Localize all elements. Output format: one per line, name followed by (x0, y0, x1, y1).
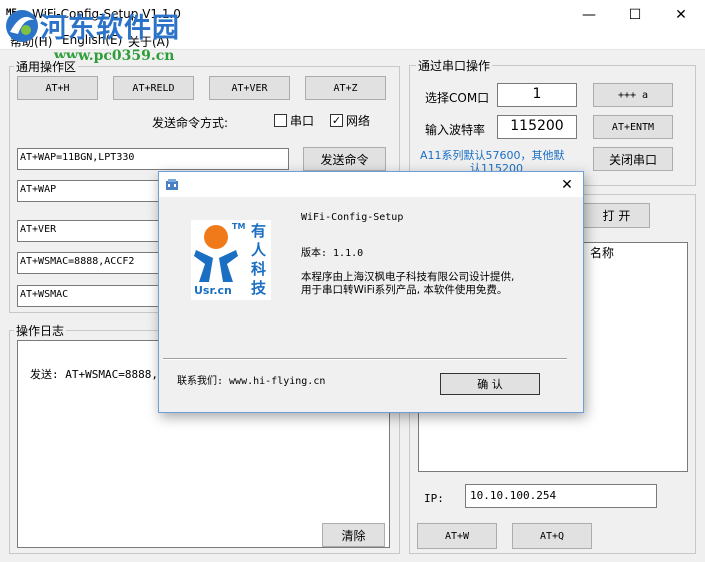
watermark-title: 河东软件园 (40, 13, 180, 44)
close-button[interactable]: ✕ (658, 0, 704, 30)
usr-logo: TM Usr.cn 有 人 科 技 (191, 220, 271, 300)
logo-char-2: 人 (251, 241, 267, 259)
command-field-1[interactable]: AT+WAP=11BGN,LPT330 (17, 148, 289, 170)
minimize-button[interactable]: — (566, 0, 612, 30)
clear-log-button[interactable]: 清除 (322, 523, 385, 547)
at-w-button[interactable]: AT+W (417, 523, 497, 549)
maximize-button[interactable]: ☐ (612, 0, 658, 30)
logo-tm: TM (232, 222, 246, 231)
log-group-label: 操作日志 (14, 322, 67, 339)
com-port-label: 选择COM口 (425, 91, 490, 105)
about-dialog: ✕ TM Usr.cn 有 人 科 技 WiFi-Config-Setup 版本… (158, 171, 584, 413)
dialog-app-icon (166, 179, 178, 190)
baud-rate-input[interactable]: 115200 (497, 115, 577, 139)
about-description-line2: 用于串口转WiFi系列产品, 本软件使用免费。 (301, 284, 508, 296)
at-z-button[interactable]: AT+Z (305, 76, 386, 100)
logo-char-1: 有 (251, 222, 267, 240)
log-line: 发送: AT+WSMAC=8888,A (30, 368, 165, 381)
about-close-button[interactable]: ✕ (555, 174, 579, 196)
about-divider (163, 358, 567, 360)
plus-a-button[interactable]: +++ a (593, 83, 673, 107)
ip-input[interactable]: 10.10.100.254 (465, 484, 657, 508)
about-ok-button[interactable]: 确 认 (440, 373, 540, 395)
close-serial-button[interactable]: 关闭串口 (593, 147, 673, 171)
ip-label: IP: (424, 492, 444, 505)
about-dialog-title-bar (159, 172, 583, 197)
send-command-button[interactable]: 发送命令 (303, 147, 386, 171)
logo-char-3: 科 (251, 260, 267, 278)
network-open-button[interactable]: 打 开 (583, 203, 650, 228)
at-h-button[interactable]: AT+H (17, 76, 98, 100)
logo-brand: Usr.cn (194, 284, 232, 297)
watermark-logo-icon (6, 10, 38, 42)
serial-checkbox[interactable] (274, 114, 287, 127)
send-mode-label: 发送命令方式: (152, 116, 229, 130)
general-group-label: 通用操作区 (14, 58, 79, 75)
at-q-button[interactable]: AT+Q (512, 523, 592, 549)
at-reld-button[interactable]: AT+RELD (113, 76, 194, 100)
serial-group-label: 通过串口操作 (416, 57, 493, 74)
network-checkbox-label: 网络 (346, 114, 371, 128)
at-entm-button[interactable]: AT+ENTM (593, 115, 673, 139)
device-list-header-name: 名称 (590, 246, 615, 260)
com-port-input[interactable]: 1 (497, 83, 577, 107)
serial-checkbox-label: 串口 (290, 114, 315, 128)
about-contact: 联系我们: www.hi-flying.cn (177, 376, 326, 387)
network-checkbox[interactable]: ✓ (330, 114, 343, 127)
baud-rate-label: 输入波特率 (425, 123, 486, 137)
about-version: 版本: 1.1.0 (301, 248, 364, 259)
about-product-name: WiFi-Config-Setup (301, 212, 404, 223)
logo-char-4: 技 (251, 279, 267, 297)
at-ver-button[interactable]: AT+VER (209, 76, 290, 100)
